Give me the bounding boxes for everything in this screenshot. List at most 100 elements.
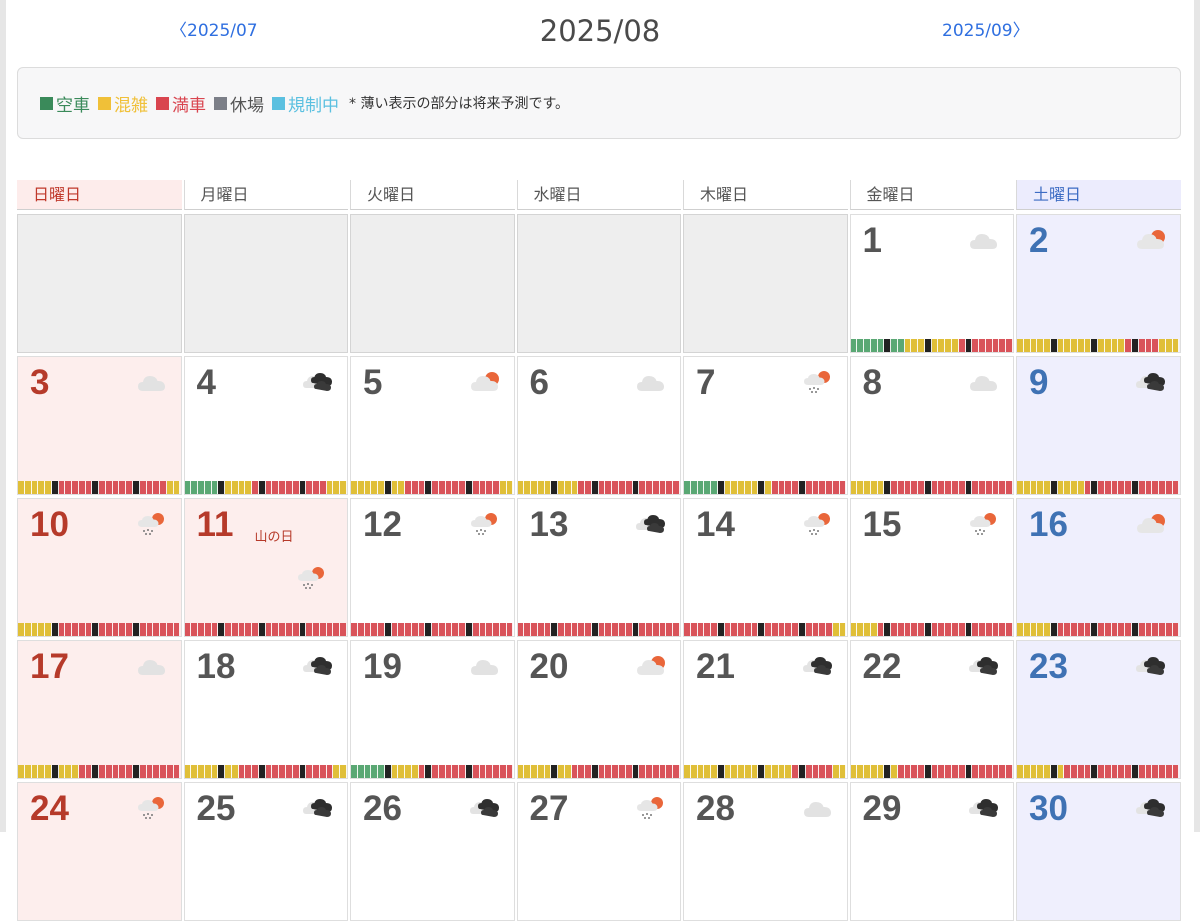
hour-segment: [639, 481, 647, 494]
hour-segment: [724, 623, 732, 636]
day-cell[interactable]: 30: [1016, 782, 1181, 921]
weekday-header-sunday: 日曜日: [17, 180, 182, 210]
day-cell[interactable]: 10: [17, 498, 182, 637]
day-cell[interactable]: 17: [17, 640, 182, 779]
hour-segment: [771, 481, 779, 494]
hour-segment: [472, 481, 480, 494]
hour-segment: [792, 623, 800, 636]
day-cell[interactable]: 5: [350, 356, 515, 495]
hour-segment: [119, 765, 127, 778]
day-cell[interactable]: 13: [516, 498, 681, 637]
hour-segment: [225, 623, 232, 636]
hour-segment: [1111, 339, 1119, 352]
day-cell[interactable]: 21: [683, 640, 848, 779]
hour-segment: [72, 623, 79, 636]
day-cell[interactable]: 22: [849, 640, 1014, 779]
day-cell[interactable]: 23: [1016, 640, 1181, 779]
day-cell[interactable]: 28: [683, 782, 848, 921]
day-cell[interactable]: 15: [849, 498, 1014, 637]
day-cell[interactable]: 1: [849, 214, 1014, 353]
hour-segment: [384, 623, 392, 636]
hour-segment: [146, 623, 154, 636]
sun-cloud-weather-icon: [637, 656, 665, 675]
day-cell[interactable]: 6: [516, 356, 681, 495]
hour-segment: [452, 623, 460, 636]
hour-segment: [258, 623, 266, 636]
hour-segment: [418, 481, 426, 494]
hour-segment: [911, 481, 919, 494]
day-cell[interactable]: 8: [849, 356, 1014, 495]
hour-segment: [812, 481, 820, 494]
day-cell[interactable]: 14: [683, 498, 848, 637]
hour-segment: [466, 765, 473, 778]
hour-segment: [479, 623, 487, 636]
hour-segment: [466, 481, 473, 494]
day-cell[interactable]: 27: [516, 782, 681, 921]
hour-segment: [911, 623, 919, 636]
dark-cloud-weather-icon: [969, 657, 998, 675]
hour-segment: [897, 623, 905, 636]
hour-segment: [92, 481, 100, 494]
hour-segment: [799, 623, 806, 636]
hour-segment: [958, 623, 966, 636]
day-cell[interactable]: 2: [1016, 214, 1181, 353]
hour-segment: [673, 481, 680, 494]
day-cell[interactable]: 18: [183, 640, 348, 779]
hourly-status-bar: [684, 765, 847, 778]
day-cell[interactable]: 19: [350, 640, 515, 779]
day-cell[interactable]: 11 山の日: [183, 498, 348, 637]
hour-segment: [979, 765, 986, 778]
hour-segment: [272, 765, 280, 778]
hour-segment: [1091, 481, 1099, 494]
hour-segment: [571, 765, 579, 778]
hour-segment: [92, 623, 100, 636]
hour-segment: [1023, 765, 1031, 778]
day-cell[interactable]: 9: [1016, 356, 1181, 495]
hour-segment: [139, 481, 147, 494]
hour-segment: [166, 623, 174, 636]
hour-segment: [799, 765, 806, 778]
day-cell[interactable]: 16: [1016, 498, 1181, 637]
day-cell[interactable]: 7: [683, 356, 848, 495]
hour-segment: [1172, 623, 1180, 636]
hour-segment: [1050, 481, 1058, 494]
left-edge: [0, 0, 6, 832]
legend-swatch: [98, 96, 111, 110]
day-cell[interactable]: 24: [17, 782, 182, 921]
hour-segment: [877, 339, 885, 352]
hour-segment: [839, 765, 847, 778]
hour-segment: [119, 623, 127, 636]
hourly-status-bar: [184, 765, 348, 778]
hour-segment: [285, 623, 293, 636]
hour-segment: [506, 481, 514, 494]
hour-segment: [850, 481, 858, 494]
day-cell[interactable]: 12: [350, 498, 515, 637]
hour-segment: [1118, 623, 1126, 636]
hour-segment: [31, 623, 39, 636]
hour-segment: [38, 623, 46, 636]
cloud-weather-icon: [803, 802, 831, 817]
hour-segment: [544, 765, 552, 778]
day-cell[interactable]: 4: [183, 356, 348, 495]
hour-segment: [1044, 765, 1051, 778]
hourly-status-bar: [184, 481, 348, 494]
day-cell[interactable]: 29: [849, 782, 1014, 921]
hour-segment: [673, 623, 680, 636]
hour-segment: [340, 623, 347, 636]
hour-segment: [1104, 765, 1112, 778]
hour-segment: [58, 765, 66, 778]
hour-segment: [884, 765, 892, 778]
hour-segment: [418, 623, 426, 636]
day-cell[interactable]: 20: [516, 640, 681, 779]
hour-segment: [785, 481, 793, 494]
hour-segment: [1077, 623, 1085, 636]
day-cell[interactable]: 26: [350, 782, 515, 921]
next-month-link[interactable]: 2025/09〉: [942, 16, 1030, 41]
hourly-status-bar: [850, 339, 1014, 352]
day-cell[interactable]: 25: [183, 782, 348, 921]
hour-segment: [160, 623, 167, 636]
day-cell[interactable]: 3: [17, 356, 182, 495]
empty-day-cell: [516, 214, 681, 353]
calendar-grid: 日曜日 月曜日 火曜日 水曜日 木曜日 金曜日 土曜日 1 2 3 4 5 6 7 8 9 10 1…: [17, 180, 1181, 921]
hour-segment: [690, 765, 698, 778]
